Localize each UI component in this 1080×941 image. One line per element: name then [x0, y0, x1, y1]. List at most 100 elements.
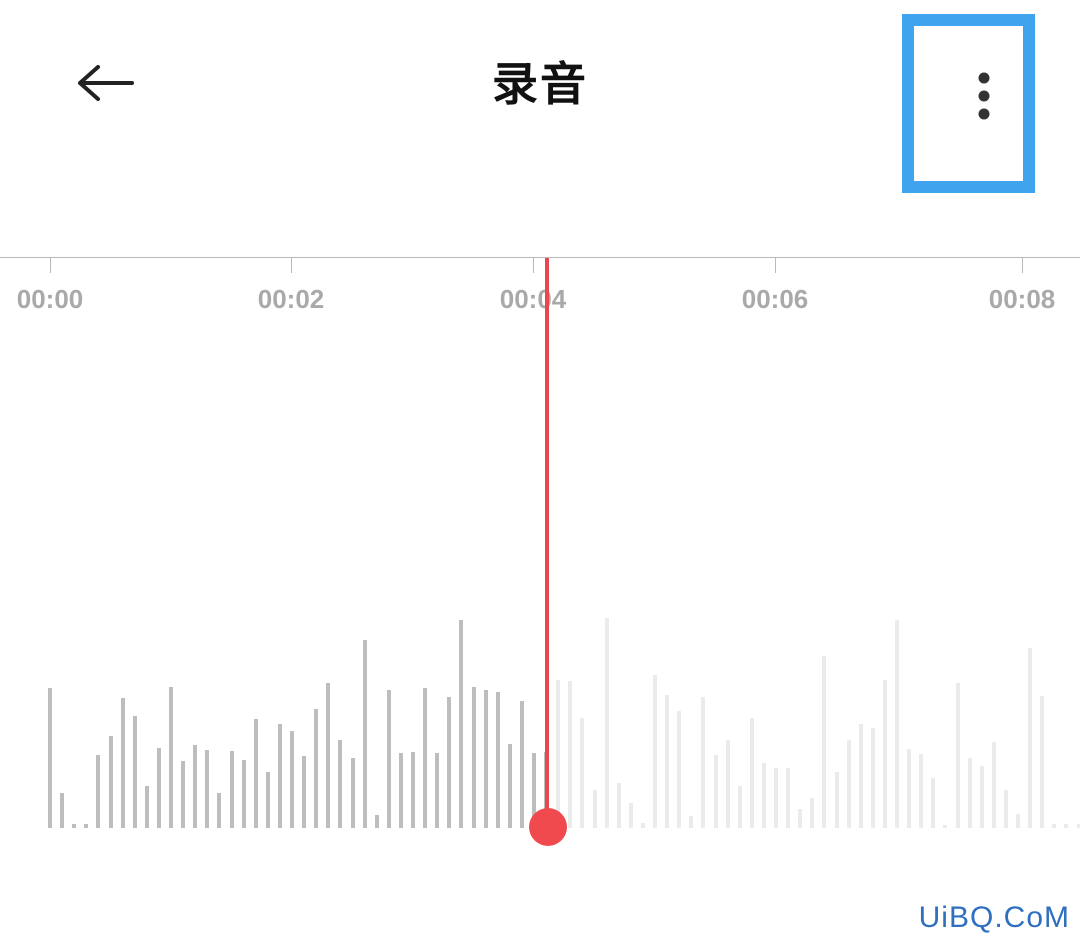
waveform-bar: [96, 755, 101, 828]
more-options-button[interactable]: [902, 14, 1035, 193]
waveform-bar: [60, 793, 65, 828]
waveform-bar: [1052, 824, 1057, 828]
waveform-bar: [193, 745, 198, 828]
timeline-axis: [0, 257, 1080, 258]
waveform-bar: [592, 790, 597, 828]
waveform-bar: [713, 755, 718, 828]
waveform-bar: [277, 724, 282, 828]
waveform-bar: [447, 697, 452, 828]
timeline-tick: [50, 257, 51, 273]
waveform-bar: [858, 724, 863, 828]
more-vertical-icon: [978, 72, 990, 120]
timeline-label-2: 00:02: [257, 284, 325, 314]
waveform-bar: [132, 716, 137, 828]
waveform-bar: [120, 698, 125, 828]
waveform-bar: [943, 825, 948, 828]
audio-waveform[interactable]: [0, 600, 1080, 840]
waveform-bar: [628, 803, 633, 828]
waveform-bar: [1028, 648, 1033, 828]
timeline-label-0: 00:00: [16, 284, 84, 314]
waveform-bar: [398, 753, 403, 828]
waveform-bar: [386, 690, 391, 828]
timeline-tick: [775, 257, 776, 273]
waveform-bar: [48, 688, 52, 828]
waveform-bar: [519, 701, 524, 828]
waveform-bar: [665, 695, 670, 828]
waveform-bar: [302, 756, 307, 828]
waveform-bar: [979, 766, 984, 828]
waveform-bar: [326, 683, 331, 828]
waveform-bar: [677, 711, 682, 828]
waveform-bar: [761, 763, 766, 828]
waveform-bar: [435, 753, 440, 828]
waveform-bar: [895, 620, 899, 828]
waveform-bar: [241, 760, 246, 828]
playhead-handle[interactable]: [529, 808, 567, 846]
waveform-bar: [931, 778, 936, 828]
waveform-bar: [169, 687, 173, 828]
timeline-label-8: 00:08: [988, 284, 1056, 314]
timeline-label-6: 00:06: [741, 284, 809, 314]
waveform-bar: [507, 744, 512, 828]
waveform-bar: [846, 740, 851, 828]
waveform-bar: [749, 718, 754, 828]
waveform-bar: [1040, 696, 1045, 828]
waveform-bar: [290, 731, 294, 828]
waveform-bar: [810, 798, 815, 828]
waveform-bar: [616, 783, 621, 828]
waveform-bar: [483, 690, 488, 828]
waveform-bar: [882, 680, 887, 828]
waveform-bar: [374, 815, 379, 828]
waveform-bar: [471, 687, 476, 828]
waveform-bar: [604, 618, 609, 828]
back-button[interactable]: [60, 48, 152, 118]
waveform-bar: [84, 824, 89, 828]
waveform-bar: [834, 772, 839, 828]
watermark: UiBQ.CoM: [918, 901, 1070, 934]
waveform-bar: [1076, 824, 1080, 828]
waveform-bar: [1016, 814, 1020, 828]
waveform-bar: [108, 736, 113, 828]
waveform-bar: [205, 750, 210, 828]
waveform-bar: [1064, 824, 1069, 828]
waveform-bar: [362, 640, 367, 828]
waveform-bar: [265, 772, 270, 828]
waveform-bar: [737, 786, 742, 828]
arrow-left-icon: [78, 65, 134, 101]
timeline-tick: [291, 257, 292, 273]
timeline-label-4: 00:04: [499, 284, 567, 314]
timeline-tick: [533, 257, 534, 273]
waveform-bar: [350, 758, 355, 828]
waveform-bar: [423, 688, 428, 828]
waveform-bar: [229, 751, 234, 828]
waveform-bar: [640, 823, 645, 828]
waveform-bar: [701, 697, 706, 828]
waveform-bar: [991, 742, 996, 828]
waveform-bar: [144, 786, 149, 828]
waveform-bar: [774, 768, 778, 828]
playhead-line: [545, 258, 549, 826]
waveform-bar: [870, 728, 875, 828]
waveform-bar: [786, 768, 791, 828]
waveform-bar: [689, 816, 694, 828]
waveform-bar: [653, 675, 657, 828]
waveform-bar: [253, 719, 258, 828]
waveform-bar: [725, 740, 730, 828]
waveform-bar: [495, 692, 500, 828]
waveform-bar: [156, 748, 161, 828]
timeline-ruler: 00:00 00:02 00:04 00:06 00:08: [0, 240, 1080, 330]
waveform-bar: [1003, 790, 1008, 828]
waveform-bar: [798, 809, 803, 828]
waveform-bar: [217, 793, 222, 828]
waveform-bar: [580, 718, 585, 828]
waveform-bar: [556, 680, 561, 828]
waveform-bar: [181, 761, 186, 828]
app-header: 录音: [0, 0, 1080, 200]
waveform-bar: [459, 620, 464, 828]
waveform-bar: [919, 754, 924, 828]
waveform-bar: [967, 758, 972, 828]
waveform-bar: [338, 740, 343, 828]
waveform-bar: [907, 749, 912, 828]
timeline-tick: [1022, 257, 1023, 273]
waveform-bar: [72, 824, 77, 828]
